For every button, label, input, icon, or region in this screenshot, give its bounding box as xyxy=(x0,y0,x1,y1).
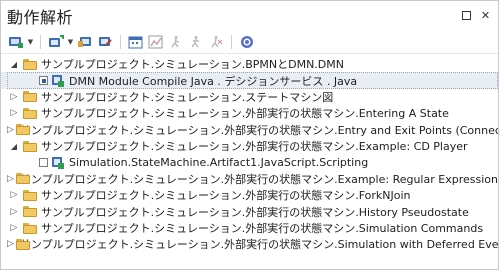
tree-leaf[interactable]: DMN Module Compile Java . デシジョンサービス . Ja… xyxy=(1,72,498,90)
add-dropdown-icon[interactable]: ▼ xyxy=(67,33,74,51)
tree-node-label: サンプルプロジェクト.シミュレーション.外部実行の状態マシン.Entry and… xyxy=(19,123,498,137)
tree-leaf-label: Simulation.StateMachine.Artifact1.JavaSc… xyxy=(69,156,369,170)
expand-arrow-icon[interactable]: ▷ xyxy=(7,223,21,233)
tree-node[interactable]: ▷ サンプルプロジェクト.シミュレーション.外部実行の状態マシン.History… xyxy=(1,204,498,220)
folder-icon xyxy=(23,107,37,119)
expand-arrow-icon[interactable]: ▷ xyxy=(7,92,21,102)
tree-node-label: サンプルプロジェクト.シミュレーション.ステートマシン図 xyxy=(41,90,334,104)
tree-node[interactable]: ▷ サンプルプロジェクト.シミュレーション.外部実行の状態マシン.Enterin… xyxy=(1,105,498,121)
tree-node-label: サンプルプロジェクト.シミュレーション.BPMNとDMN.DMN xyxy=(41,58,344,72)
tree-node-label: サンプルプロジェクト.シミュレーション.外部実行の状態マシン.Simulatio… xyxy=(19,238,499,252)
simulate-dropdown-icon[interactable]: ▼ xyxy=(27,33,34,51)
help-icon[interactable] xyxy=(238,33,256,51)
tree-node-label: サンプルプロジェクト.シミュレーション.外部実行の状態マシン.Example: … xyxy=(19,172,499,186)
tree-node-label: サンプルプロジェクト.シミュレーション.外部実行の状態マシン.Example: … xyxy=(41,140,468,154)
tree-node-label: サンプルプロジェクト.シミュレーション.外部実行の状態マシン.Entering … xyxy=(41,107,449,121)
execution-analyzer-window: 動作解析 ✕ ▼ ▼ ◢ サンプルプロジェクト.シミュレーション.BPMNとDM… xyxy=(0,0,499,270)
tree-node[interactable]: ▷ サンプルプロジェクト.シミュレーション.ステートマシン図 xyxy=(1,89,498,105)
window-controls: ✕ xyxy=(460,9,492,22)
tree-node[interactable]: ◢ サンプルプロジェクト.シミュレーション.BPMNとDMN.DMN xyxy=(1,56,498,72)
window-title: 動作解析 xyxy=(7,8,74,27)
folder-icon xyxy=(23,206,37,218)
folder-icon xyxy=(23,189,37,201)
collapse-arrow-icon[interactable]: ◢ xyxy=(7,60,21,69)
edit-script-icon[interactable] xyxy=(96,33,114,51)
expand-arrow-icon[interactable]: ▷ xyxy=(7,207,21,217)
folder-icon xyxy=(23,222,37,234)
close-icon[interactable]: ✕ xyxy=(479,9,492,22)
tree-leaf-label: DMN Module Compile Java . デシジョンサービス . Ja… xyxy=(69,74,358,88)
debug-run-icon[interactable] xyxy=(187,33,205,51)
tree-node-label: サンプルプロジェクト.シミュレーション.外部実行の状態マシン.Simulatio… xyxy=(41,222,484,236)
tree-node[interactable]: ▷ サンプルプロジェクト.シミュレーション.外部実行の状態マシン.Example… xyxy=(1,171,498,187)
tree-leaf[interactable]: Simulation.StateMachine.Artifact1.JavaSc… xyxy=(1,154,498,170)
tree-node[interactable]: ▷ サンプルプロジェクト.シミュレーション.外部実行の状態マシン.Simulat… xyxy=(1,220,498,236)
tree-node[interactable]: ▷ サンプルプロジェクト.シミュレーション.外部実行の状態マシン.Entry a… xyxy=(1,122,498,138)
tree-node-label: サンプルプロジェクト.シミュレーション.外部実行の状態マシン.ForkNJoin xyxy=(41,189,411,203)
expand-arrow-icon[interactable]: ▷ xyxy=(7,239,14,249)
tree-node[interactable]: ◢ サンプルプロジェクト.シミュレーション.外部実行の状態マシン.Example… xyxy=(1,138,498,154)
checkbox[interactable] xyxy=(39,76,48,86)
folder-icon xyxy=(23,140,37,152)
dock-pin-icon[interactable] xyxy=(460,9,473,22)
script-run-icon xyxy=(52,74,64,87)
expand-arrow-icon[interactable]: ▷ xyxy=(7,125,14,135)
tree-node[interactable]: ▷ サンプルプロジェクト.シミュレーション.外部実行の状態マシン.Simulat… xyxy=(1,236,498,252)
toolbar: ▼ ▼ xyxy=(1,31,498,54)
folder-icon xyxy=(23,58,37,70)
add-analyzer-icon[interactable] xyxy=(47,33,65,51)
expand-arrow-icon[interactable]: ▷ xyxy=(7,174,14,184)
tree-node-label: サンプルプロジェクト.シミュレーション.外部実行の状態マシン.History P… xyxy=(41,205,469,219)
collapse-arrow-icon[interactable]: ◢ xyxy=(7,142,21,151)
toolbar-separator xyxy=(231,35,232,49)
expand-arrow-icon[interactable]: ▷ xyxy=(7,108,21,118)
chart-icon[interactable] xyxy=(147,33,165,51)
toolbar-separator xyxy=(120,35,121,49)
calendar-icon[interactable] xyxy=(127,33,145,51)
analyzer-tree: ◢ サンプルプロジェクト.シミュレーション.BPMNとDMN.DMN DMN M… xyxy=(1,54,498,253)
checkbox[interactable] xyxy=(39,158,48,168)
folder-icon xyxy=(23,91,37,103)
tree-node[interactable]: ▷ サンプルプロジェクト.シミュレーション.外部実行の状態マシン.ForkNJo… xyxy=(1,187,498,203)
script-run-icon xyxy=(52,156,64,169)
expand-arrow-icon[interactable]: ▷ xyxy=(7,190,21,200)
run-icon[interactable] xyxy=(167,33,185,51)
simulate-icon[interactable] xyxy=(7,33,25,51)
toolbar-separator xyxy=(40,35,41,49)
stop-run-icon[interactable] xyxy=(207,33,225,51)
script-icon[interactable] xyxy=(76,33,94,51)
title-bar: 動作解析 ✕ xyxy=(1,1,498,31)
